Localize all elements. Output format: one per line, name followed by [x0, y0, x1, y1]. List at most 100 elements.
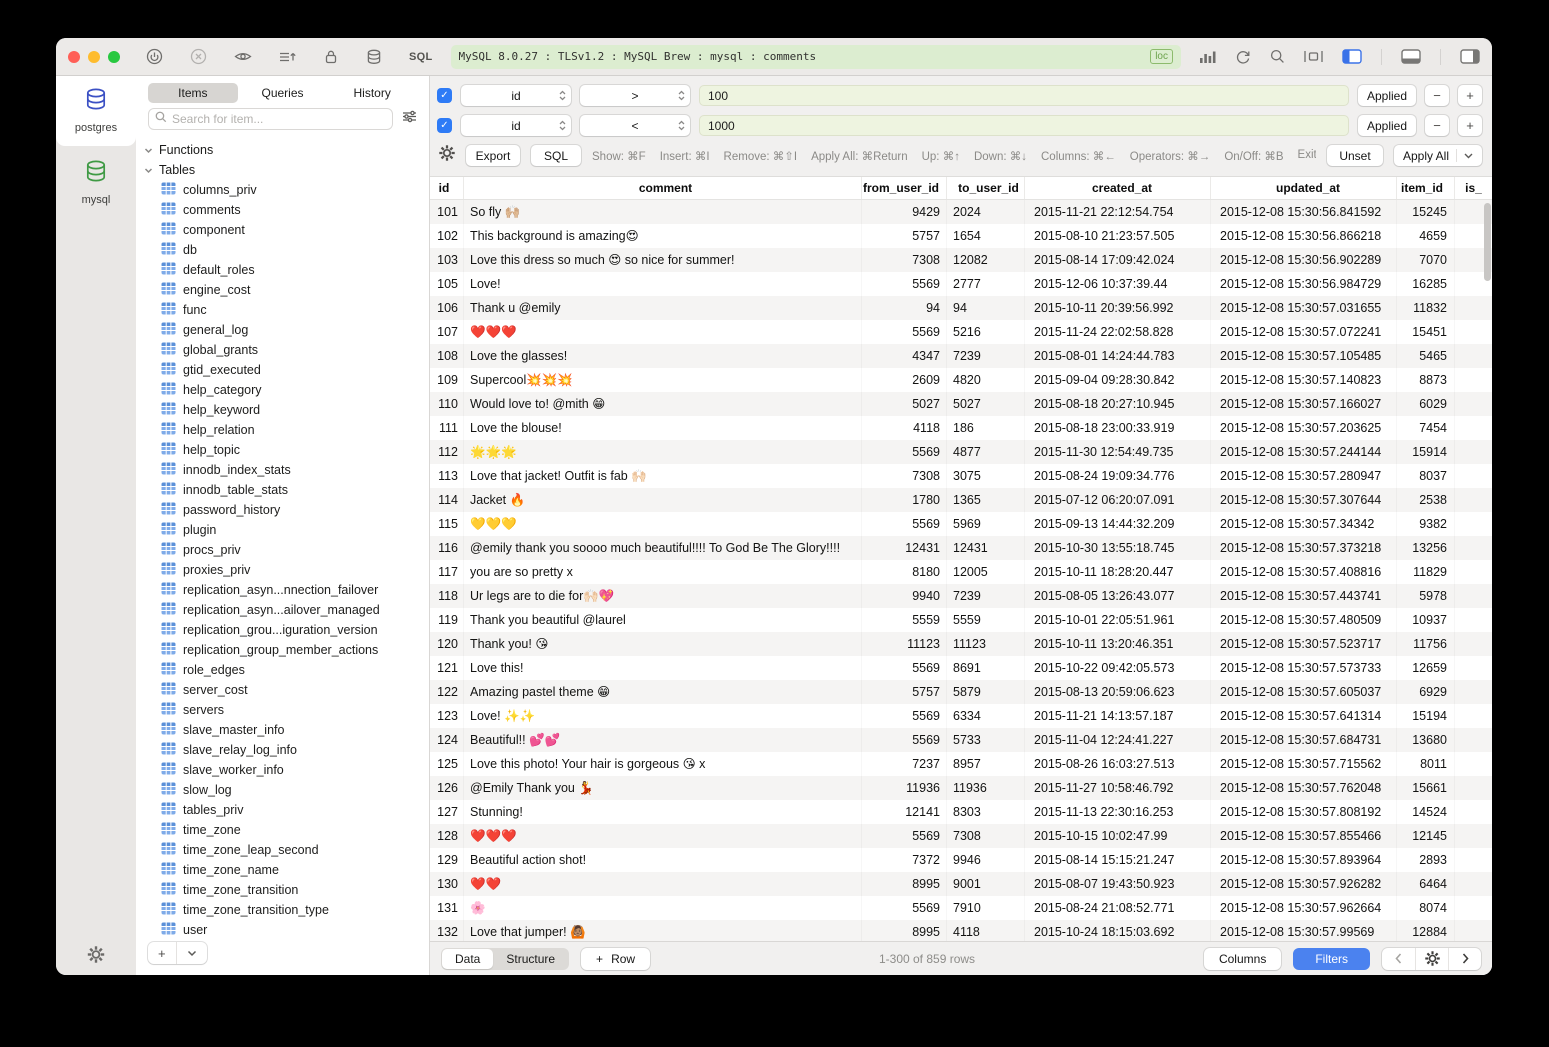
table-row[interactable]: 118 Ur legs are to die for🙌🏻💖 9940 7239 …	[430, 584, 1492, 608]
cell-item-id[interactable]: 4659	[1397, 224, 1455, 248]
cell-to-user-id[interactable]: 4877	[947, 440, 1025, 464]
sql-preview-button[interactable]: SQL	[531, 145, 581, 166]
cell-from-user-id[interactable]: 8180	[862, 560, 947, 584]
cell-created-at[interactable]: 2015-08-10 21:23:57.505	[1025, 224, 1211, 248]
sidebar-table-item[interactable]: columns_priv	[136, 180, 429, 200]
cell-comment[interactable]: Thank you! 😘	[464, 632, 862, 656]
sidebar-table-item[interactable]: replication_asyn...ailover_managed	[136, 600, 429, 620]
cell-id[interactable]: 109	[430, 368, 464, 392]
sidebar-table-item[interactable]: func	[136, 300, 429, 320]
cell-item-id[interactable]: 6464	[1397, 872, 1455, 896]
cell-created-at[interactable]: 2015-10-30 13:55:18.745	[1025, 536, 1211, 560]
cell-to-user-id[interactable]: 5559	[947, 608, 1025, 632]
table-row[interactable]: 125 Love this photo! Your hair is gorgeo…	[430, 752, 1492, 776]
sidebar-table-item[interactable]: proxies_priv	[136, 560, 429, 580]
cell-id[interactable]: 102	[430, 224, 464, 248]
cell-comment[interactable]: Love!	[464, 272, 862, 296]
cell-to-user-id[interactable]: 3075	[947, 464, 1025, 488]
table-row[interactable]: 102 This background is amazing😍 5757 165…	[430, 224, 1492, 248]
cell-created-at[interactable]: 2015-11-24 22:02:58.828	[1025, 320, 1211, 344]
table-row[interactable]: 109 Supercool💥💥💥 2609 4820 2015-09-04 09…	[430, 368, 1492, 392]
toggle-right-panel-icon[interactable]	[1460, 49, 1480, 64]
cell-id[interactable]: 116	[430, 536, 464, 560]
cell-id[interactable]: 130	[430, 872, 464, 896]
column-header-item-id[interactable]: item_id	[1397, 177, 1455, 199]
cell-updated-at[interactable]: 2015-12-08 15:30:56.841592	[1211, 200, 1397, 224]
scrollbar-thumb[interactable]	[1484, 203, 1491, 281]
cell-created-at[interactable]: 2015-10-01 22:05:51.961	[1025, 608, 1211, 632]
cell-comment[interactable]: 🌸	[464, 896, 862, 920]
cell-to-user-id[interactable]: 12082	[947, 248, 1025, 272]
table-row[interactable]: 110 Would love to! @mith 😁 5027 5027 201…	[430, 392, 1492, 416]
cell-created-at[interactable]: 2015-08-14 17:09:42.024	[1025, 248, 1211, 272]
sidebar-table-item[interactable]: help_topic	[136, 440, 429, 460]
rail-connection-postgres[interactable]: postgres	[56, 76, 136, 146]
cell-to-user-id[interactable]: 7308	[947, 824, 1025, 848]
cell-from-user-id[interactable]: 5569	[862, 320, 947, 344]
cell-comment[interactable]: Ur legs are to die for🙌🏻💖	[464, 584, 862, 608]
cell-to-user-id[interactable]: 6334	[947, 704, 1025, 728]
cell-item-id[interactable]: 13680	[1397, 728, 1455, 752]
cell-from-user-id[interactable]: 5569	[862, 824, 947, 848]
cell-id[interactable]: 113	[430, 464, 464, 488]
filter-enabled-checkbox[interactable]	[437, 118, 452, 133]
cell-created-at[interactable]: 2015-08-18 23:00:33.919	[1025, 416, 1211, 440]
column-header-from-user-id[interactable]: from_user_id	[862, 177, 947, 199]
cell-id[interactable]: 122	[430, 680, 464, 704]
sidebar-table-item[interactable]: comments	[136, 200, 429, 220]
cell-updated-at[interactable]: 2015-12-08 15:30:57.140823	[1211, 368, 1397, 392]
cell-item-id[interactable]: 11832	[1397, 296, 1455, 320]
cell-from-user-id[interactable]: 5569	[862, 512, 947, 536]
cell-from-user-id[interactable]: 4118	[862, 416, 947, 440]
cell-updated-at[interactable]: 2015-12-08 15:30:57.573733	[1211, 656, 1397, 680]
zoom-window-button[interactable]	[108, 51, 120, 63]
close-window-button[interactable]	[68, 51, 80, 63]
cell-item-id[interactable]: 15194	[1397, 704, 1455, 728]
cell-id[interactable]: 128	[430, 824, 464, 848]
sidebar-table-item[interactable]: default_roles	[136, 260, 429, 280]
cell-updated-at[interactable]: 2015-12-08 15:30:57.34342	[1211, 512, 1397, 536]
columns-button[interactable]: Columns	[1204, 948, 1281, 970]
cell-id[interactable]: 111	[430, 416, 464, 440]
prev-page-button[interactable]	[1382, 948, 1415, 970]
table-row[interactable]: 124 Beautiful!! 💕💕 5569 5733 2015-11-04 …	[430, 728, 1492, 752]
cell-id[interactable]: 123	[430, 704, 464, 728]
column-header-comment[interactable]: comment	[464, 177, 862, 199]
unset-button[interactable]: Unset	[1327, 145, 1383, 166]
cell-from-user-id[interactable]: 5569	[862, 272, 947, 296]
item-search-box[interactable]	[148, 108, 393, 130]
cell-created-at[interactable]: 2015-11-27 10:58:46.792	[1025, 776, 1211, 800]
cell-item-id[interactable]: 11829	[1397, 560, 1455, 584]
cell-from-user-id[interactable]: 5569	[862, 728, 947, 752]
cell-to-user-id[interactable]: 9946	[947, 848, 1025, 872]
cell-updated-at[interactable]: 2015-12-08 15:30:56.866218	[1211, 224, 1397, 248]
cell-updated-at[interactable]: 2015-12-08 15:30:57.641314	[1211, 704, 1397, 728]
cell-id[interactable]: 127	[430, 800, 464, 824]
table-row[interactable]: 106 Thank u @emily 94 94 2015-10-11 20:3…	[430, 296, 1492, 320]
sidebar-tab[interactable]: Queries	[238, 83, 328, 103]
cell-id[interactable]: 126	[430, 776, 464, 800]
cell-to-user-id[interactable]: 5216	[947, 320, 1025, 344]
cell-id[interactable]: 124	[430, 728, 464, 752]
sidebar-table-item[interactable]: db	[136, 240, 429, 260]
search-input[interactable]	[172, 112, 386, 126]
cell-item-id[interactable]: 8873	[1397, 368, 1455, 392]
cell-id[interactable]: 132	[430, 920, 464, 941]
cell-to-user-id[interactable]: 2777	[947, 272, 1025, 296]
table-row[interactable]: 101 So fly 🙌🏼 9429 2024 2015-11-21 22:12…	[430, 200, 1492, 224]
cell-to-user-id[interactable]: 1365	[947, 488, 1025, 512]
cell-created-at[interactable]: 2015-10-11 20:39:56.992	[1025, 296, 1211, 320]
focus-mode-icon[interactable]	[1304, 50, 1323, 63]
cell-updated-at[interactable]: 2015-12-08 15:30:57.715562	[1211, 752, 1397, 776]
table-row[interactable]: 132 Love that jumper! 🙆🏽 8995 4118 2015-…	[430, 920, 1492, 941]
sidebar-table-item[interactable]: slave_relay_log_info	[136, 740, 429, 760]
cell-item-id[interactable]: 15914	[1397, 440, 1455, 464]
sidebar-table-item[interactable]: role_edges	[136, 660, 429, 680]
cell-from-user-id[interactable]: 9429	[862, 200, 947, 224]
add-filter-button[interactable]: +	[1458, 85, 1482, 106]
cell-from-user-id[interactable]: 5757	[862, 680, 947, 704]
sidebar-table-item[interactable]: help_category	[136, 380, 429, 400]
table-row[interactable]: 121 Love this! 5569 8691 2015-10-22 09:4…	[430, 656, 1492, 680]
cell-created-at[interactable]: 2015-09-13 14:44:32.209	[1025, 512, 1211, 536]
sidebar-table-item[interactable]: procs_priv	[136, 540, 429, 560]
